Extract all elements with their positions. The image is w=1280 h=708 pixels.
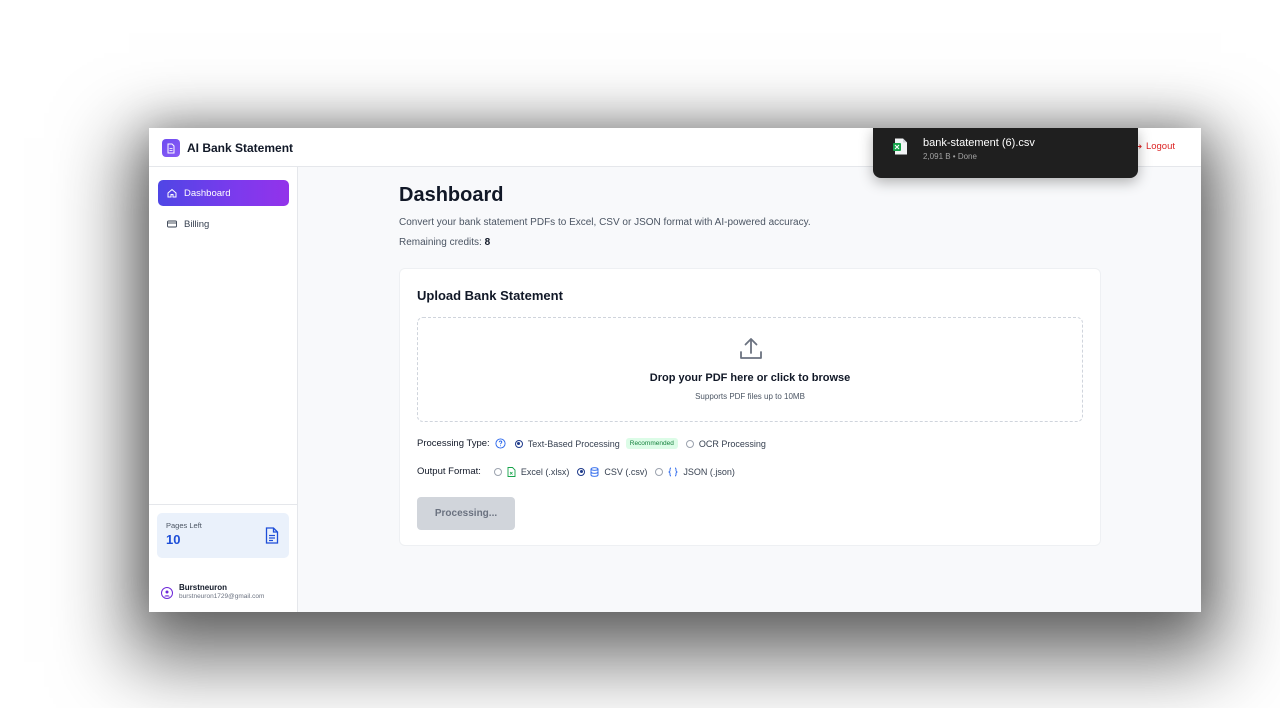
document-icon	[265, 527, 279, 549]
page-title: Dashboard	[399, 184, 504, 206]
credit-card-icon	[167, 220, 177, 228]
sidebar-item-label: Dashboard	[184, 187, 231, 199]
radio-ocr[interactable]	[685, 439, 694, 448]
home-icon	[167, 188, 177, 198]
sidebar-item-label: Billing	[184, 218, 210, 230]
app-name: AI Bank Statement	[187, 141, 294, 155]
database-icon	[590, 466, 599, 477]
process-button[interactable]: Processing...	[417, 497, 515, 530]
option-label: CSV (.csv)	[604, 466, 648, 477]
excel-file-icon	[893, 138, 908, 160]
processing-option-text[interactable]: Text-Based Processing Recommended	[514, 438, 678, 449]
option-label: Text-Based Processing	[527, 438, 620, 449]
format-option-json[interactable]: JSON (.json)	[655, 467, 735, 477]
pages-left-value: 10	[166, 532, 181, 547]
pdf-dropzone[interactable]: Drop your PDF here or click to browse Su…	[417, 317, 1083, 422]
processing-option-ocr[interactable]: OCR Processing	[685, 438, 766, 449]
upload-card: Upload Bank Statement Drop your PDF here…	[399, 268, 1101, 546]
document-logo-icon	[162, 139, 180, 157]
credits-value: 8	[484, 237, 491, 248]
dropzone-subtitle: Supports PDF files up to 10MB	[695, 392, 805, 401]
option-label: OCR Processing	[698, 438, 766, 449]
upload-icon	[738, 336, 764, 367]
processing-type-row: Processing Type: Text-Based Processing R…	[417, 438, 774, 449]
excel-file-icon	[507, 466, 516, 477]
sidebar: Dashboard Billing Pages Left 10 Burstneu…	[149, 167, 298, 612]
output-format-row: Output Format: Excel (.xlsx) CSV (.csv) …	[417, 466, 743, 477]
output-format-label: Output Format:	[417, 466, 481, 477]
sidebar-divider	[149, 504, 298, 505]
logout-label: Logout	[1145, 141, 1175, 152]
user-icon	[164, 590, 170, 597]
download-file-name: bank-statement (6).csv	[923, 137, 1035, 149]
pages-left-label: Pages Left	[166, 521, 202, 530]
radio-csv[interactable]	[577, 467, 586, 476]
processing-type-label: Processing Type:	[417, 438, 490, 449]
format-option-csv[interactable]: CSV (.csv)	[577, 467, 647, 477]
sidebar-item-billing[interactable]: Billing	[158, 211, 289, 237]
brand[interactable]: AI Bank Statement	[162, 139, 293, 157]
option-label: Excel (.xlsx)	[520, 466, 570, 477]
option-label: JSON (.json)	[683, 466, 735, 477]
remaining-credits: Remaining credits: 8	[399, 237, 490, 248]
dropzone-title: Drop your PDF here or click to browse	[649, 372, 851, 384]
user-email: burstneuron1729@gmail.com	[179, 593, 265, 600]
braces-icon	[668, 467, 679, 477]
app-window: AI Bank Statement Logout Dashboard Billi…	[149, 128, 1201, 612]
recommended-badge: Recommended	[625, 438, 678, 449]
avatar	[161, 587, 173, 599]
download-toast[interactable]: bank-statement (6).csv 2,091 B • Done	[873, 128, 1138, 178]
download-file-meta: 2,091 B • Done	[923, 152, 977, 161]
upload-card-title: Upload Bank Statement	[417, 288, 563, 303]
sidebar-item-dashboard[interactable]: Dashboard	[158, 180, 289, 206]
radio-json[interactable]	[655, 467, 664, 476]
page-subtitle: Convert your bank statement PDFs to Exce…	[399, 217, 811, 228]
user-profile[interactable]: Burstneuron burstneuron1729@gmail.com	[161, 583, 264, 600]
radio-excel[interactable]	[493, 467, 502, 476]
format-option-excel[interactable]: Excel (.xlsx)	[493, 466, 570, 477]
pages-left-card: Pages Left 10	[157, 513, 289, 558]
logout-button[interactable]: Logout	[1134, 141, 1175, 152]
help-circle-icon[interactable]	[495, 438, 506, 449]
credits-label: Remaining credits:	[399, 237, 482, 248]
user-name: Burstneuron	[179, 583, 227, 592]
radio-text-based[interactable]	[514, 439, 523, 448]
